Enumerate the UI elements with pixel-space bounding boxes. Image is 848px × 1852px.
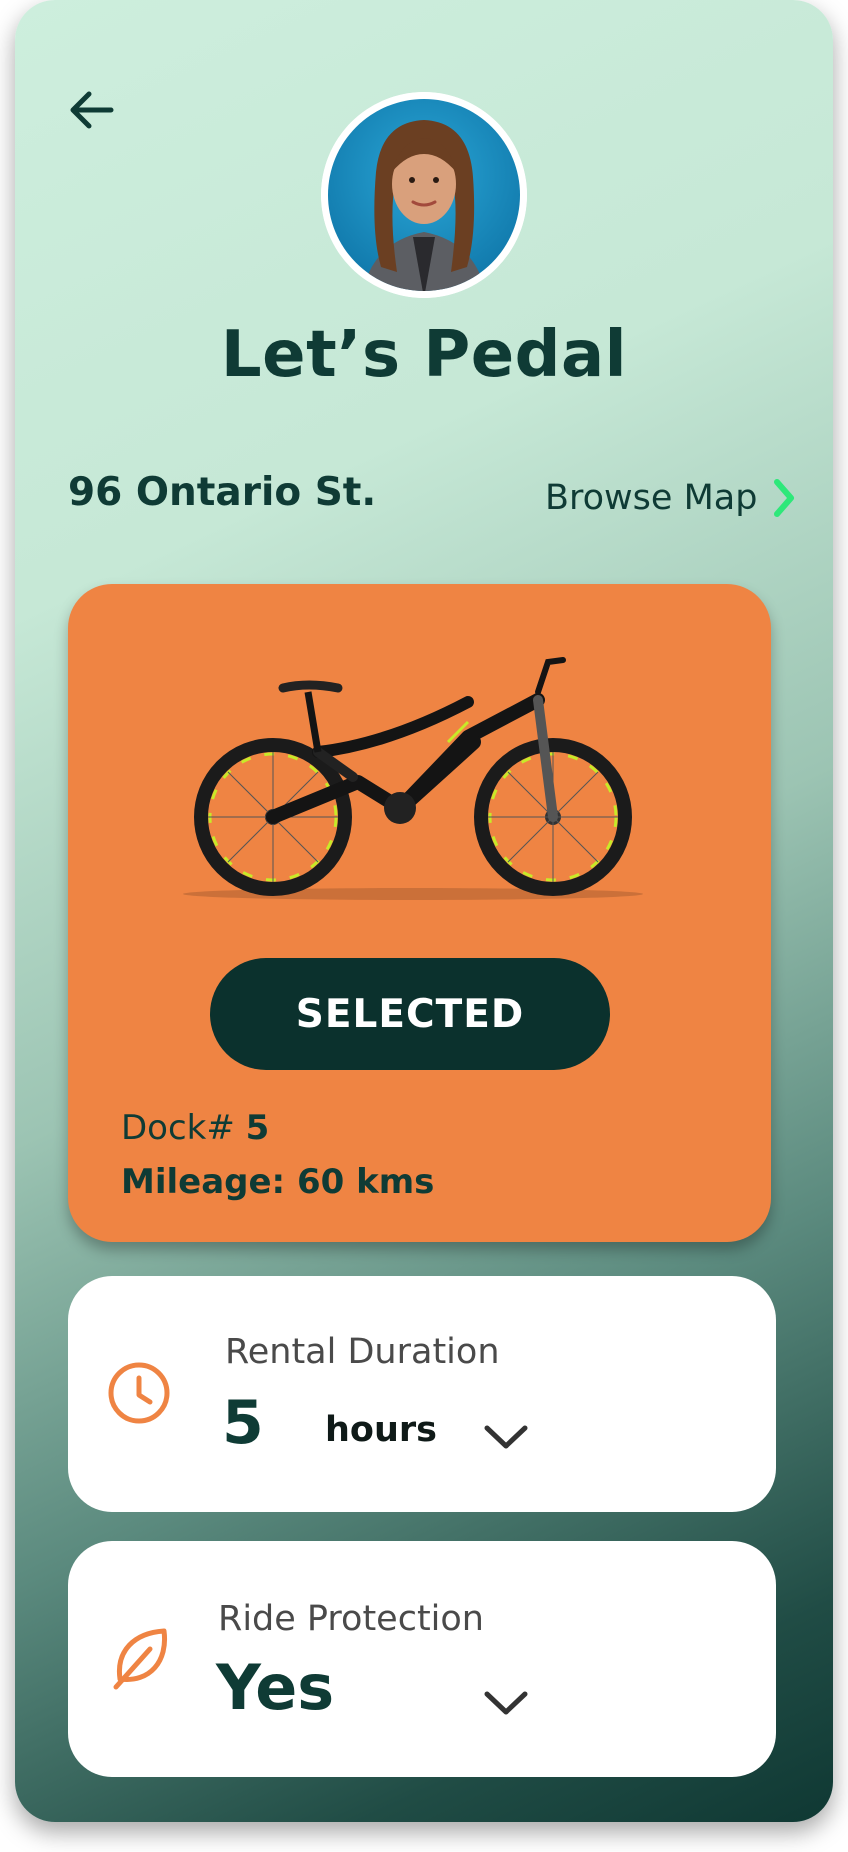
bike-image xyxy=(183,657,643,900)
mileage-info: Mileage: 60 kms xyxy=(121,1162,435,1202)
clock-icon xyxy=(108,1362,170,1424)
ride-protection-value: Yes xyxy=(216,1651,335,1724)
ride-protection-card[interactable]: Ride Protection Yes xyxy=(68,1541,776,1777)
rental-duration-card[interactable]: Rental Duration 5 hours xyxy=(68,1276,776,1512)
ride-protection-label: Ride Protection xyxy=(218,1599,484,1639)
browse-map-label: Browse Map xyxy=(545,478,758,518)
chevron-down-icon[interactable] xyxy=(481,1420,531,1452)
dock-number: 5 xyxy=(245,1108,270,1148)
chevron-down-icon[interactable] xyxy=(481,1686,531,1718)
avatar-photo xyxy=(321,92,527,298)
rental-duration-label: Rental Duration xyxy=(225,1332,500,1372)
arrow-left-icon xyxy=(70,91,114,129)
dock-label: Dock# xyxy=(121,1108,235,1148)
page-title: Let’s Pedal xyxy=(220,318,628,392)
bike-card[interactable]: SELECTED Dock# 5 Mileage: 60 kms xyxy=(68,584,771,1242)
rental-duration-unit: hours xyxy=(325,1410,437,1450)
leaf-icon xyxy=(113,1628,168,1690)
selected-button[interactable]: SELECTED xyxy=(210,958,610,1070)
avatar[interactable] xyxy=(321,92,527,298)
location-address: 96 Ontario St. xyxy=(68,470,377,515)
dock-info: Dock# 5 xyxy=(121,1108,269,1148)
chevron-right-icon xyxy=(774,479,795,517)
back-button[interactable] xyxy=(61,80,121,140)
app-screen: Let’s Pedal 96 Ontario St. Browse Map SE… xyxy=(15,0,833,1822)
rental-duration-value: 5 xyxy=(222,1388,264,1458)
browse-map-link[interactable]: Browse Map xyxy=(545,478,797,518)
